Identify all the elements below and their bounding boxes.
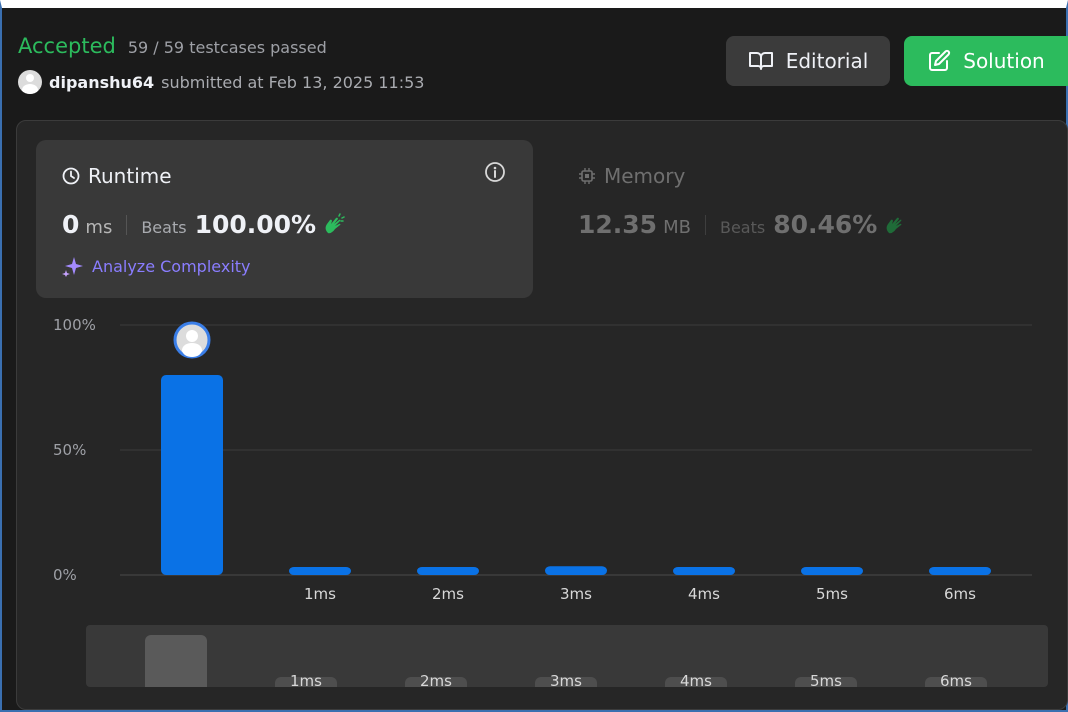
submission-info: dipanshu64 submitted at Feb 13, 2025 11:… [18,70,424,94]
memory-value: 12.35 [578,210,658,239]
scrubber-tick-label: 6ms [940,672,972,687]
editorial-label: Editorial [785,49,869,73]
x-tick-label: 5ms [816,585,848,603]
memory-unit: MB [663,217,691,238]
runtime-stats: 0 ms Beats 100.00% [62,210,346,239]
distribution-bar[interactable] [161,375,223,575]
user-avatar[interactable] [18,70,42,94]
analyze-complexity-link[interactable]: Analyze Complexity [62,255,251,277]
edit-icon [929,49,951,71]
clap-icon [325,212,345,233]
x-tick-label: 6ms [944,585,976,603]
distribution-bar[interactable] [929,567,991,575]
sparkle-icon [62,257,83,277]
runtime-title-label: Runtime [88,164,172,188]
runtime-value: 0 [62,210,80,239]
runtime-unit: ms [85,217,113,238]
editorial-button[interactable]: Editorial [726,36,890,86]
memory-stats: 12.35 MB Beats 80.46% [578,210,907,239]
distribution-bar[interactable] [545,566,607,575]
info-icon[interactable] [484,161,506,183]
scrubber-tick-label: 4ms [680,672,712,687]
distribution-bar[interactable] [801,567,863,575]
scrubber-tick-label: 1ms [290,672,322,687]
memory-title-label: Memory [604,164,686,188]
runtime-beats-value: 100.00% [194,210,317,239]
scrubber-tick-label: 3ms [550,672,582,687]
distribution-bar[interactable] [289,567,351,575]
scrubber-tick-label: 5ms [810,672,842,687]
y-tick-label: 50% [53,441,86,459]
runtime-beats-label: Beats [141,218,187,237]
memory-beats-label: Beats [719,218,766,237]
x-tick-label: 1ms [304,585,336,603]
runtime-title: Runtime [62,164,172,188]
x-tick-label: 3ms [560,585,592,603]
distribution-bar[interactable] [673,567,735,575]
testcases-label: 59 / 59 testcases passed [127,38,327,57]
x-tick-label: 4ms [688,585,720,603]
y-tick-label: 100% [53,316,96,334]
memory-tab[interactable]: Memory [578,164,685,188]
chip-icon [579,168,595,184]
scrubber-bar [145,635,207,687]
y-tick-label: 0% [53,566,77,584]
memory-beats-value: 80.46% [773,210,878,239]
book-open-icon [748,52,773,70]
scrubber-overview[interactable]: 1ms 2ms 3ms 4ms 5ms 6ms [86,625,1048,687]
solution-label: Solution [963,49,1045,73]
clock-icon [62,167,80,185]
distribution-bar[interactable] [417,567,479,575]
submission-status: Accepted 59 / 59 testcases passed [18,34,327,58]
scrubber-tick-label: 2ms [420,672,452,687]
status-accepted-label: Accepted [18,34,116,58]
analyze-complexity-label: Analyze Complexity [92,256,251,276]
solution-button[interactable]: Solution [904,36,1068,86]
divider [126,214,128,235]
your-submission-avatar [173,321,211,359]
divider [704,214,706,235]
x-tick-label: 2ms [432,585,464,603]
username-link[interactable]: dipanshu64 [49,73,154,92]
submitted-time: submitted at Feb 13, 2025 11:53 [161,72,425,92]
runtime-distribution-chart: 100% 50% 0% 1ms 2ms 3ms 4ms 5ms 6ms [53,316,1032,603]
clap-icon [886,217,902,233]
